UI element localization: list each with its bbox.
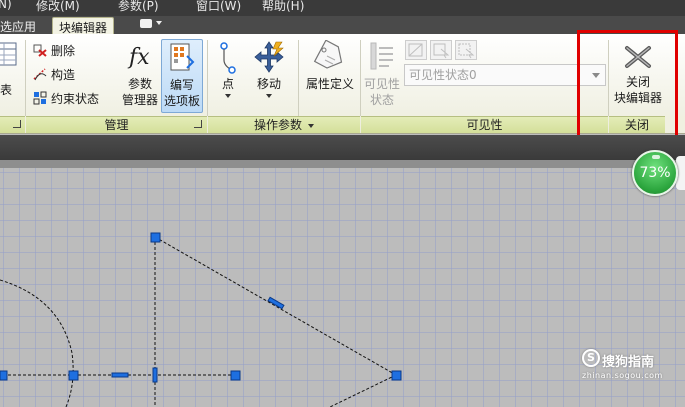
panel-separator [207, 40, 208, 116]
construct-label: 构造 [51, 68, 76, 82]
constraint-state-icon [33, 91, 47, 105]
chevron-down-icon [592, 73, 600, 78]
panel-title-manage-label: 管理 [104, 118, 129, 132]
attribute-definition-button[interactable]: 属性定义 [304, 40, 356, 92]
move-icon [254, 41, 284, 73]
tab-block-editor[interactable]: 块编辑器 [52, 17, 115, 35]
file-tab-bar [0, 135, 685, 160]
move-action-button[interactable]: 移动 [250, 40, 288, 99]
panel-title-close-label: 关闭 [624, 118, 649, 132]
watermark-url: zhinan.sogou.com [582, 371, 663, 380]
zoom-level-value: 73% [639, 165, 671, 181]
panel-launcher-icon[interactable] [194, 120, 202, 128]
grip-top [150, 232, 161, 243]
ribbon-tab-strip: 筛选应用 块编辑器 [0, 16, 685, 35]
arc-geometry [0, 279, 74, 407]
panel-separator [25, 40, 26, 116]
move-label: 移动 [256, 77, 281, 91]
table-icon [0, 42, 17, 66]
menu-bar: N) 修改(M) 参数(P) 窗口(W) 帮助(H) [0, 0, 685, 16]
sogou-logo-icon: S [582, 349, 600, 367]
construct-button[interactable]: 构造 [33, 66, 75, 84]
delete-label: 删除 [51, 44, 76, 58]
chevron-down-icon [156, 21, 162, 25]
tag-icon [313, 40, 343, 69]
tab-filter-apps[interactable]: 筛选应用 [0, 17, 42, 34]
visibility-state-combo[interactable]: 可见性状态0 [404, 64, 606, 86]
close-block-editor-label-1: 关闭 [625, 75, 650, 89]
viewport-border [0, 160, 685, 168]
attribute-definition-label: 属性定义 [305, 77, 354, 91]
chevron-down-icon [308, 123, 314, 128]
panel-separator [360, 40, 361, 116]
constraint-state-button[interactable]: 约束状态 [33, 90, 99, 108]
ribbon: 表 删除 构造 约束状态 fx 参数 管理器 编写 选项板 点 移动 属性定义 … [0, 34, 685, 134]
delete-icon [33, 44, 47, 57]
visibility-states-button[interactable]: 可见性 状态 [363, 40, 401, 108]
grip-left [0, 370, 8, 381]
grip-right [391, 370, 402, 381]
make-visible-button[interactable] [405, 40, 427, 60]
menu-item-window[interactable]: 窗口(W) [196, 0, 241, 14]
ribbon-tail [665, 116, 685, 133]
point-icon [220, 42, 236, 74]
panel-title-manage: 管理 [26, 116, 207, 133]
parameter-manager-label-2: 管理器 [121, 93, 158, 107]
menu-item-partial[interactable]: N) [0, 0, 12, 11]
make-invisible-icon [433, 43, 450, 59]
menu-item-modify[interactable]: 修改(M) [36, 0, 80, 14]
menu-item-help[interactable]: 帮助(H) [262, 0, 304, 14]
visibility-states-icon [370, 42, 393, 70]
authoring-palette-button[interactable]: 编写 选项板 [161, 39, 203, 113]
panel-title-close: 关闭 [609, 116, 665, 133]
parameter-manager-label-1: 参数 [127, 77, 152, 91]
partial-table-button[interactable]: 表 [0, 40, 18, 98]
grip-mid-left [68, 370, 79, 381]
panel-title-action-params-label: 操作参数 [253, 118, 302, 132]
grip-horizontal-mid [111, 372, 129, 378]
fx-icon: fx [127, 45, 150, 70]
grip-mid-right [230, 370, 241, 381]
visibility-state-combo-value: 可见性状态0 [409, 68, 477, 82]
watermark-brand: 搜狗指南 [602, 355, 655, 370]
minimize-icon [140, 19, 152, 28]
close-icon [625, 46, 651, 68]
point-label: 点 [221, 77, 234, 91]
visibility-mode-button[interactable] [455, 40, 477, 60]
zoom-indicator-icon [652, 155, 660, 159]
delete-button[interactable]: 删除 [33, 42, 75, 60]
chevron-down-icon [225, 94, 231, 98]
close-block-editor-label-2: 块编辑器 [613, 91, 662, 105]
svg-text:fx: fx [127, 45, 150, 70]
authoring-palette-label-2: 选项板 [163, 94, 200, 108]
panel-launcher-icon[interactable] [13, 120, 21, 128]
ribbon-minimize-dropdown[interactable] [140, 19, 162, 30]
visibility-states-label-1: 可见性 [363, 77, 400, 91]
menu-item-params[interactable]: 参数(P) [118, 0, 159, 14]
visibility-mode-icon [458, 43, 475, 59]
zoom-level-badge[interactable]: 73% [632, 150, 678, 196]
grip-vertical-mid [152, 367, 158, 383]
make-visible-icon [408, 43, 423, 57]
palette-icon [170, 43, 195, 71]
authoring-palette-label-1: 编写 [169, 78, 194, 92]
panel-title-action-params[interactable]: 操作参数 [208, 116, 360, 133]
point-parameter-button[interactable]: 点 [214, 40, 242, 99]
panel-title-visibility-label: 可见性 [466, 118, 503, 132]
partial-table-label: 表 [0, 83, 12, 97]
watermark: S 搜狗指南 zhinan.sogou.com [582, 345, 682, 387]
make-invisible-button[interactable] [430, 40, 452, 60]
panel-separator [298, 40, 299, 116]
panel-separator [608, 40, 609, 116]
construct-icon [33, 68, 47, 81]
line-diagonal [154, 236, 397, 376]
close-block-editor-button[interactable]: 关闭 块编辑器 [610, 44, 666, 106]
constraint-state-label: 约束状态 [51, 92, 100, 106]
visibility-states-label-2: 状态 [369, 93, 394, 107]
line-lower [329, 374, 397, 407]
chevron-down-icon [266, 94, 272, 98]
panel-title-visibility: 可见性 [361, 116, 608, 133]
parameter-manager-button[interactable]: fx 参数 管理器 [118, 40, 162, 108]
